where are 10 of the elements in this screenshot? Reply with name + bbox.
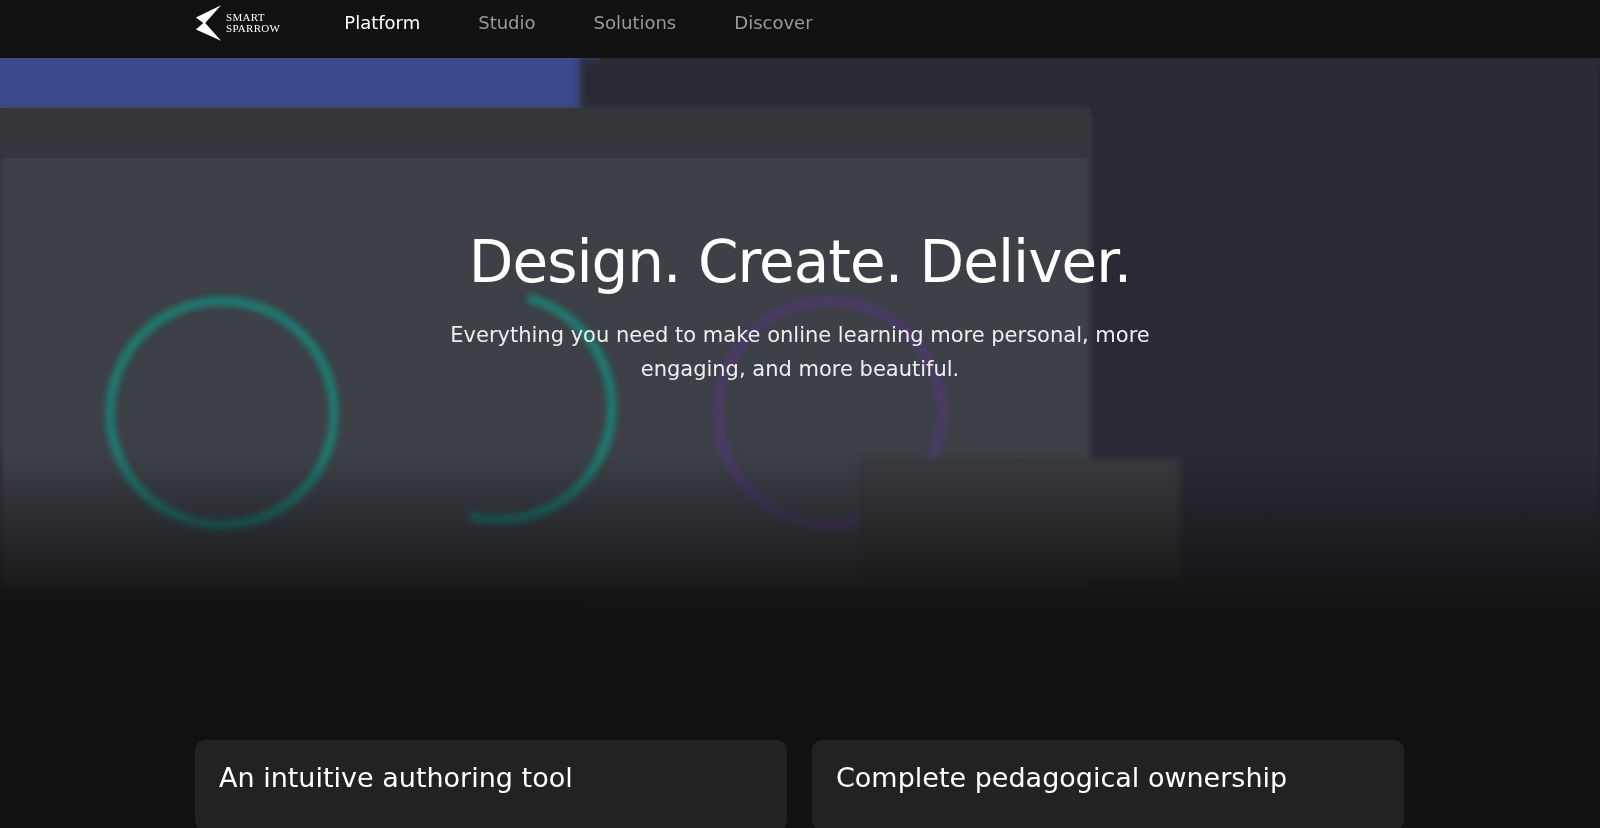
nav-link[interactable]: Studio bbox=[478, 12, 536, 33]
card-title: An intuitive authoring tool bbox=[219, 762, 574, 793]
hero-subtitle: Everything you need to make online learning more personal, more engaging, and more beautiful. bbox=[449, 322, 1151, 383]
card-title: Complete pedagogical ownership bbox=[836, 762, 1289, 793]
logo[interactable]: SMART SPARROW bbox=[194, 4, 281, 42]
nav-link[interactable]: Discover bbox=[734, 12, 813, 33]
bird-logo-icon bbox=[194, 4, 222, 42]
nav-link[interactable]: Platform bbox=[344, 12, 421, 33]
nav-link[interactable]: Solutions bbox=[593, 12, 677, 33]
hero-title: Design. Create. Deliver. bbox=[468, 228, 1132, 296]
